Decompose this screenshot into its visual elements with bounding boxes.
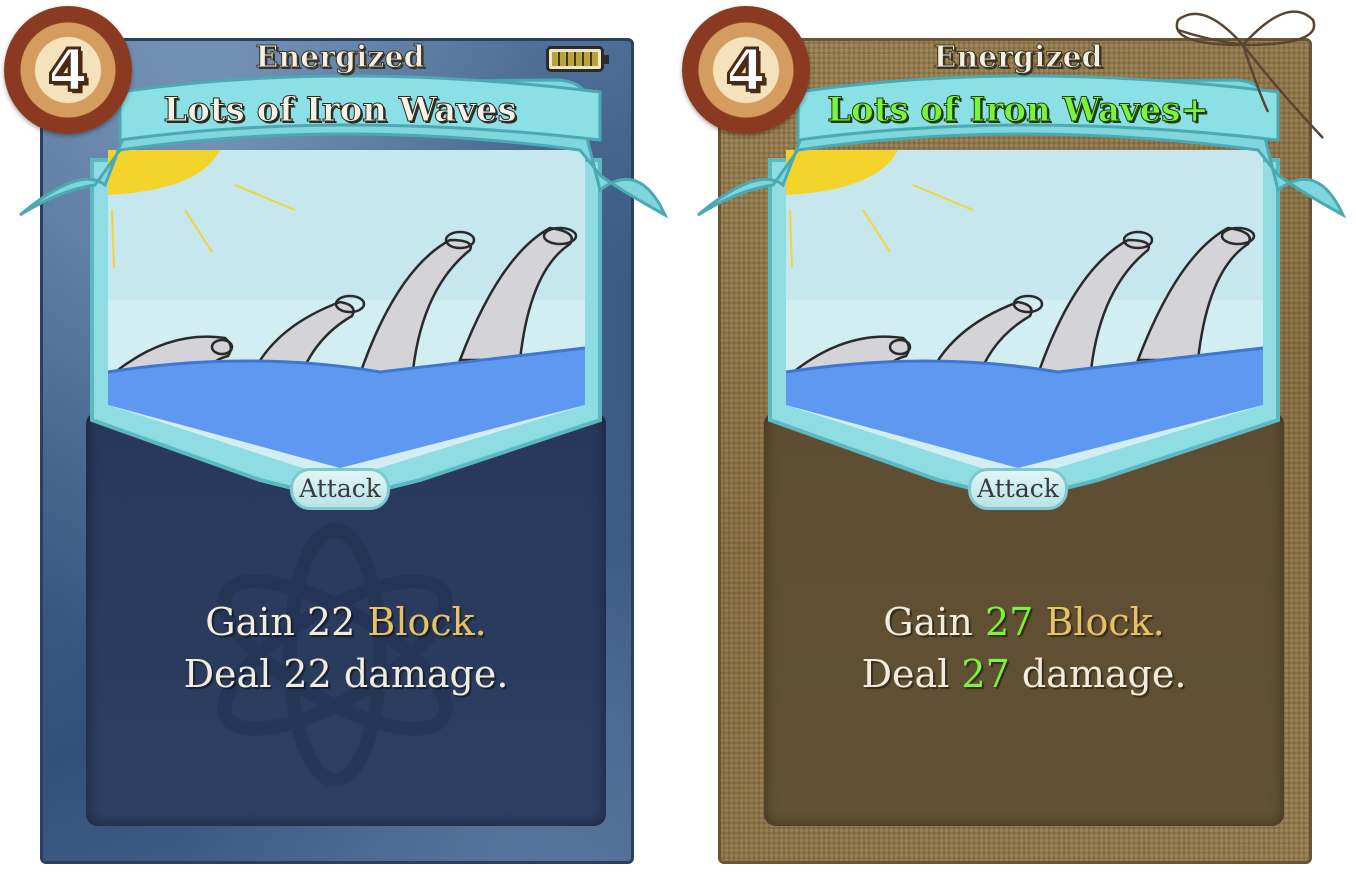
damage-value: 27: [961, 652, 1010, 696]
block-value: 27: [984, 600, 1034, 644]
card-title: Lots of Iron Waves+: [827, 90, 1210, 131]
card-tag: Energized: [933, 40, 1103, 76]
card-type: Attack: [290, 468, 390, 510]
battery-icon: [546, 46, 609, 72]
description-line-2: Deal 22 damage.: [183, 652, 509, 696]
card-upgraded[interactable]: 4 Energized Lots of Iron Waves+ Attack G…: [678, 0, 1356, 874]
card-tag: Energized: [255, 40, 425, 76]
damage-value: 22: [283, 652, 332, 696]
description-line-1: Gain 27 Block.: [883, 600, 1165, 644]
battery-fill: [552, 52, 598, 66]
card-type: Attack: [968, 468, 1068, 510]
block-keyword: Block: [1045, 600, 1153, 644]
description-line-1: Gain 22 Block.: [205, 600, 487, 644]
card-base[interactable]: 4 Energized Lots of Iron Waves Attack Ga…: [0, 0, 680, 874]
card-description: Gain 27 Block. Deal 27 damage.: [764, 596, 1284, 700]
card-title: Lots of Iron Waves: [163, 90, 517, 131]
card-description: Gain 22 Block. Deal 22 damage.: [86, 596, 606, 700]
block-keyword: Block: [367, 600, 475, 644]
block-value: 22: [306, 600, 356, 644]
description-line-2: Deal 27 damage.: [861, 652, 1187, 696]
